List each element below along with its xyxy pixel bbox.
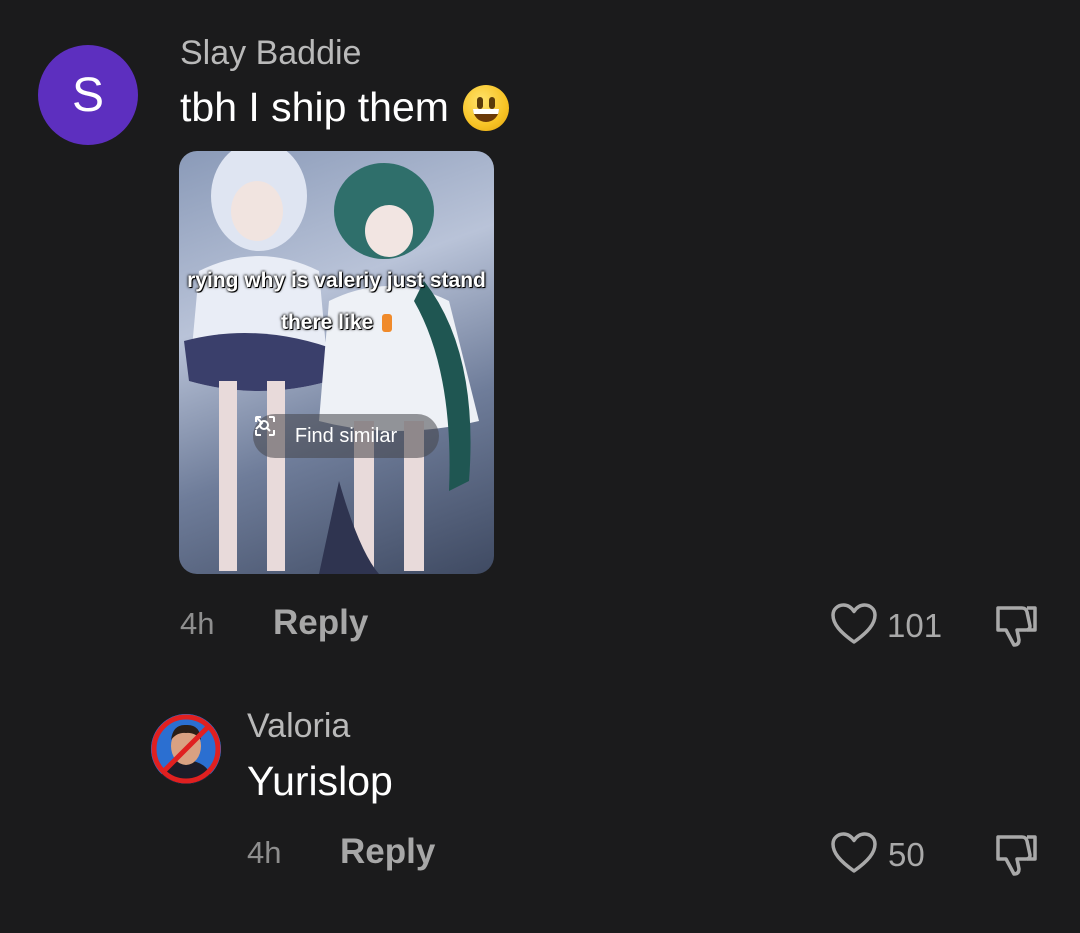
comment-body: Yurislop xyxy=(247,758,393,804)
comment-timestamp: 4h xyxy=(247,835,282,870)
comment-timestamp: 4h xyxy=(180,606,215,641)
like-count: 101 xyxy=(887,607,943,644)
thumbs-down-outline-icon xyxy=(996,835,1037,876)
dislike-button[interactable] xyxy=(992,829,1042,884)
dislike-button[interactable] xyxy=(992,600,1042,655)
like-button[interactable] xyxy=(830,831,878,880)
like-count: 50 xyxy=(888,836,925,873)
media-caption-line: rying why is valeriy just stand xyxy=(187,269,486,292)
avatar-letter: S xyxy=(71,68,104,122)
comment-username[interactable]: Valoria xyxy=(247,707,350,746)
comment-text: tbh I ship them xyxy=(180,84,509,131)
find-similar-button[interactable]: Find similar xyxy=(253,414,439,458)
like-button[interactable] xyxy=(830,602,878,651)
comment-username[interactable]: Slay Baddie xyxy=(180,34,361,73)
avatar[interactable] xyxy=(151,714,221,784)
media-caption-line: there like xyxy=(179,311,494,335)
thumbs-down-outline-icon xyxy=(996,606,1037,647)
comment-body: tbh I ship them xyxy=(180,84,449,130)
profile-photo-image xyxy=(151,714,221,784)
reply-button[interactable]: Reply xyxy=(340,832,435,872)
reply-button[interactable]: Reply xyxy=(273,603,368,643)
heart-outline-icon xyxy=(831,603,877,644)
heart-outline-icon xyxy=(831,832,877,873)
chevron-right-icon xyxy=(255,416,264,430)
find-similar-label: Find similar xyxy=(294,424,398,447)
anime-artwork-image xyxy=(184,151,479,574)
avatar[interactable]: S xyxy=(38,45,138,145)
grinning-face-emoji xyxy=(462,84,509,131)
comment-media-thumbnail[interactable]: rying why is valeriy just stand there li… xyxy=(179,151,494,574)
